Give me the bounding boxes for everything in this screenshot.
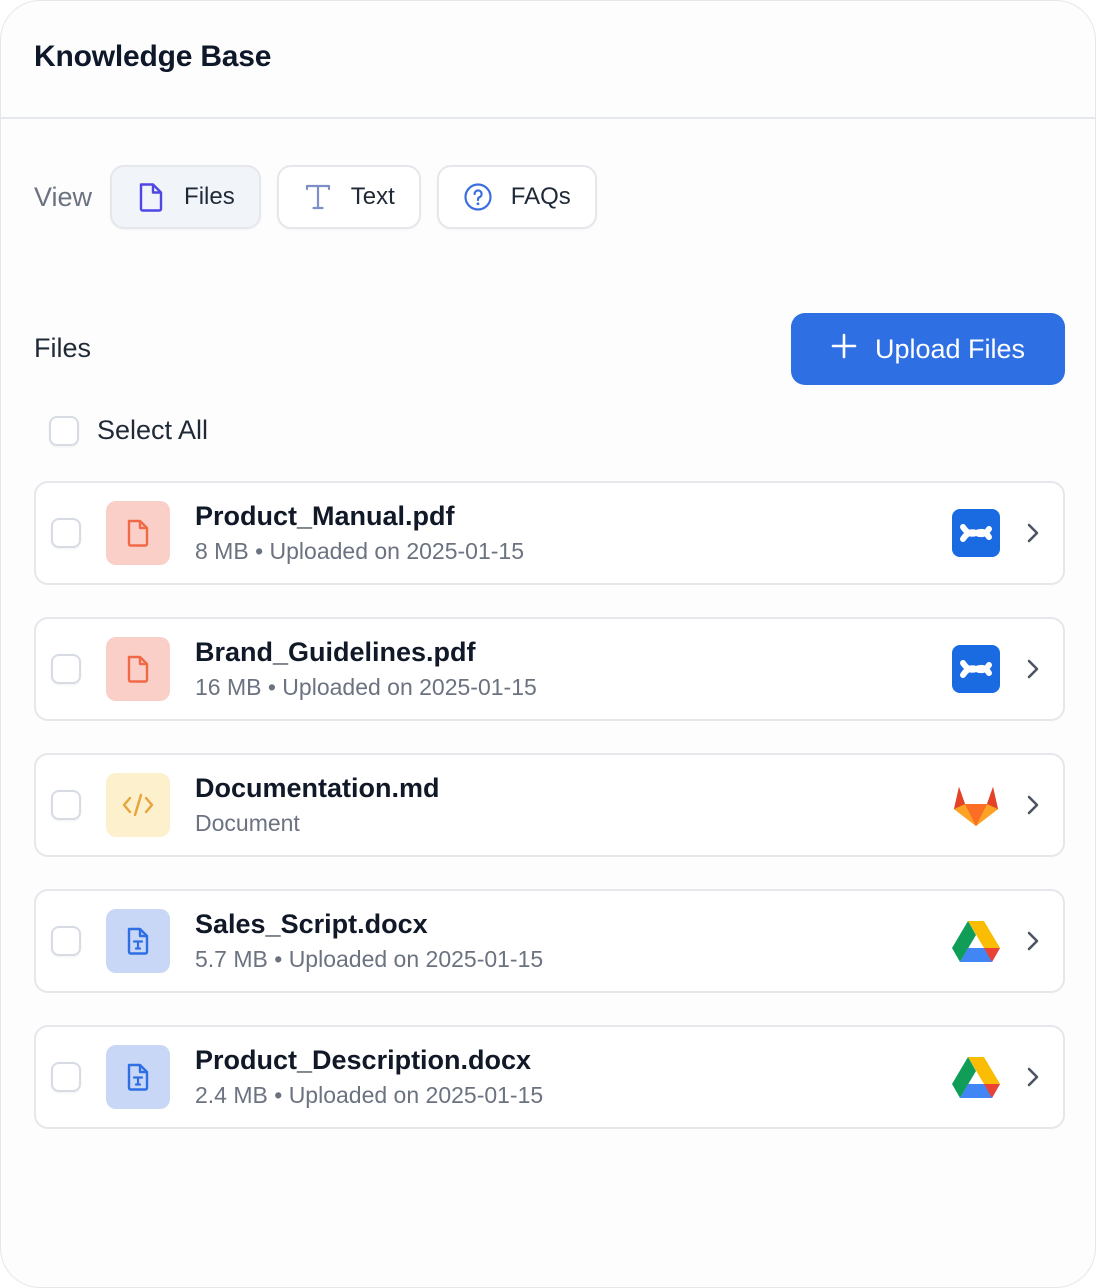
question-circle-icon xyxy=(463,182,493,212)
file-info: Sales_Script.docx 5.7 MB • Uploaded on 2… xyxy=(195,908,543,974)
view-files-button[interactable]: Files xyxy=(110,165,261,229)
knowledge-base-panel: Knowledge Base View Files Text FAQs File… xyxy=(0,0,1096,1288)
file-name: Sales_Script.docx xyxy=(195,909,428,939)
code-file-icon xyxy=(106,773,170,837)
file-row[interactable]: Product_Manual.pdf 8 MB • Uploaded on 20… xyxy=(34,481,1065,585)
chevron-right-icon[interactable] xyxy=(1021,657,1045,681)
select-all-row: Select All xyxy=(49,415,208,446)
files-section-title: Files xyxy=(34,333,92,363)
upload-files-button[interactable]: Upload Files xyxy=(791,313,1065,385)
text-icon xyxy=(303,182,333,212)
view-text-button[interactable]: Text xyxy=(276,165,421,229)
file-meta: 5.7 MB • Uploaded on 2025-01-15 xyxy=(195,946,544,972)
file-info: Brand_Guidelines.pdf 16 MB • Uploaded on… xyxy=(195,636,537,702)
file-name: Product_Description.docx xyxy=(195,1045,532,1075)
chevron-right-icon[interactable] xyxy=(1021,1065,1045,1089)
file-info: Product_Description.docx 2.4 MB • Upload… xyxy=(195,1044,543,1110)
view-label: View xyxy=(34,181,93,212)
file-meta: 16 MB • Uploaded on 2025-01-15 xyxy=(195,674,537,700)
file-row[interactable]: Documentation.md Document xyxy=(34,753,1065,857)
file-checkbox[interactable] xyxy=(51,790,81,820)
file-meta: 2.4 MB • Uploaded on 2025-01-15 xyxy=(195,1082,544,1108)
confluence-icon xyxy=(951,508,1001,558)
file-name: Documentation.md xyxy=(195,773,440,803)
pdf-file-icon xyxy=(106,637,170,701)
plus-icon xyxy=(831,331,857,365)
file-checkbox[interactable] xyxy=(51,1062,81,1092)
pdf-file-icon xyxy=(106,501,170,565)
file-info: Documentation.md Document xyxy=(195,772,440,838)
chevron-right-icon[interactable] xyxy=(1021,793,1045,817)
text-document-icon xyxy=(106,1045,170,1109)
file-icon xyxy=(136,182,166,212)
view-switcher: View Files Text FAQs xyxy=(34,165,613,229)
panel-header: Knowledge Base xyxy=(1,1,1095,119)
page-title: Knowledge Base xyxy=(34,40,272,73)
text-document-icon xyxy=(106,909,170,973)
view-faqs-button[interactable]: FAQs xyxy=(436,165,597,229)
file-name: Brand_Guidelines.pdf xyxy=(195,637,476,667)
file-info: Product_Manual.pdf 8 MB • Uploaded on 20… xyxy=(195,500,524,566)
view-faqs-label: FAQs xyxy=(510,183,571,210)
google-drive-icon xyxy=(951,1052,1001,1102)
view-files-label: Files xyxy=(184,183,235,210)
select-all-checkbox[interactable] xyxy=(49,415,79,446)
view-text-label: Text xyxy=(350,183,395,210)
file-meta: Document xyxy=(195,810,300,836)
select-all-label: Select All xyxy=(97,415,209,445)
file-checkbox[interactable] xyxy=(51,654,81,684)
file-row[interactable]: Sales_Script.docx 5.7 MB • Uploaded on 2… xyxy=(34,889,1065,993)
file-row[interactable]: Brand_Guidelines.pdf 16 MB • Uploaded on… xyxy=(34,617,1065,721)
gitlab-icon xyxy=(951,780,1001,830)
confluence-icon xyxy=(951,644,1001,694)
file-list: Product_Manual.pdf 8 MB • Uploaded on 20… xyxy=(34,481,1065,1161)
google-drive-icon xyxy=(951,916,1001,966)
file-meta: 8 MB • Uploaded on 2025-01-15 xyxy=(195,538,524,564)
file-checkbox[interactable] xyxy=(51,518,81,548)
file-checkbox[interactable] xyxy=(51,926,81,956)
file-name: Product_Manual.pdf xyxy=(195,501,455,531)
chevron-right-icon[interactable] xyxy=(1021,929,1045,953)
chevron-right-icon[interactable] xyxy=(1021,521,1045,545)
file-row[interactable]: Product_Description.docx 2.4 MB • Upload… xyxy=(34,1025,1065,1129)
upload-files-label: Upload Files xyxy=(874,333,1026,364)
